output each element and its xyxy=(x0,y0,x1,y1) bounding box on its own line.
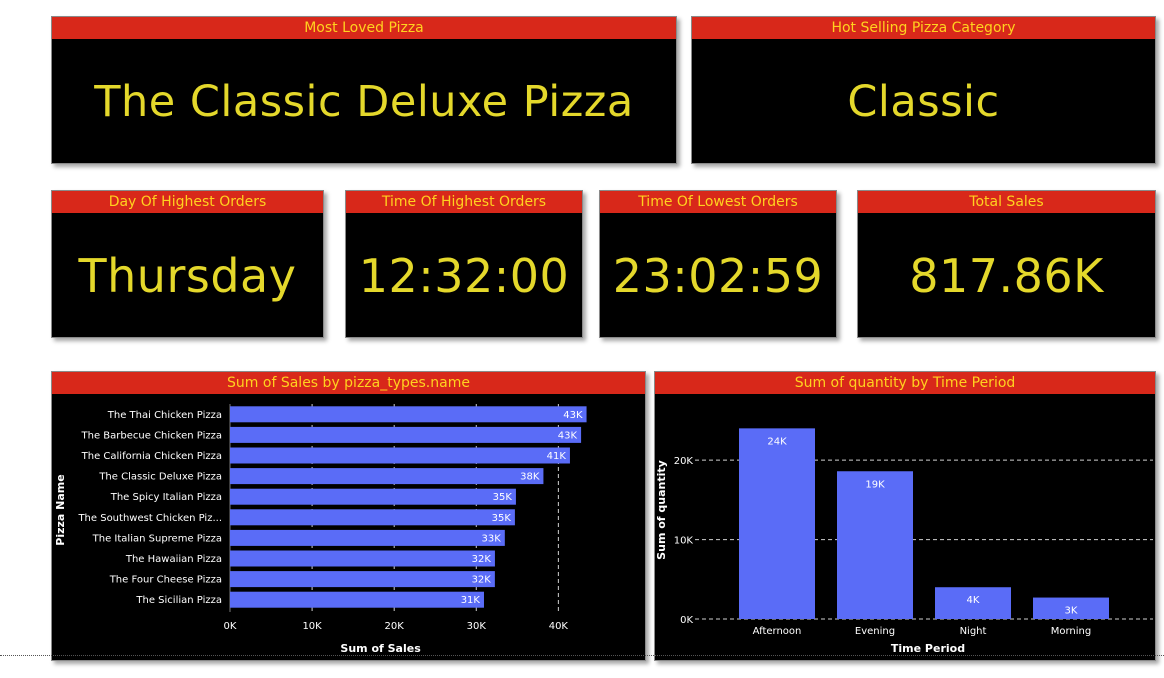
bar xyxy=(230,426,582,443)
category-label: The Four Cheese Pizza xyxy=(109,575,222,586)
bar xyxy=(230,468,544,485)
card-title: Total Sales xyxy=(858,191,1155,213)
total-sales-card: Total Sales 817.86K xyxy=(857,190,1156,338)
category-label: The Southwest Chicken Piz... xyxy=(77,513,222,524)
quantity-bar-chart-svg[interactable]: 0K 10K 20K 24K Afternoon 19K Evening 4K Night 3K M… xyxy=(655,394,1155,660)
x-axis-title: Sum of Sales xyxy=(340,642,421,655)
card-value: 12:32:00 xyxy=(358,249,570,303)
data-label: 43K xyxy=(558,430,578,441)
x-tick-label: 10K xyxy=(302,621,322,632)
card-value: Classic xyxy=(847,77,1000,127)
category-label: The Spicy Italian Pizza xyxy=(110,492,222,503)
y-axis-title: Pizza Name xyxy=(54,474,67,545)
card-title: Time Of Highest Orders xyxy=(346,191,582,213)
category-label: Afternoon xyxy=(753,626,802,637)
bar xyxy=(230,488,516,505)
sales-by-pizza-chart[interactable]: Sum of Sales by pizza_types.name 0K 10K 20… xyxy=(51,371,646,661)
x-tick-label: 0K xyxy=(224,621,237,632)
time-lowest-orders-card: Time Of Lowest Orders 23:02:59 xyxy=(599,190,837,338)
most-loved-pizza-card: Most Loved Pizza The Classic Deluxe Pizz… xyxy=(51,16,677,164)
card-title: Time Of Lowest Orders xyxy=(600,191,836,213)
day-highest-orders-card: Day Of Highest Orders Thursday xyxy=(51,190,324,338)
category-label: The Italian Supreme Pizza xyxy=(92,533,222,544)
card-title: Hot Selling Pizza Category xyxy=(692,17,1155,39)
data-label: 32K xyxy=(472,575,492,586)
category-label: The Thai Chicken Pizza xyxy=(107,410,222,421)
category-label: Morning xyxy=(1051,626,1091,637)
category-label: The Classic Deluxe Pizza xyxy=(98,472,222,483)
y-tick-label: 0K xyxy=(680,615,693,626)
y-axis-title: Sum of quantity xyxy=(655,460,668,560)
card-value: The Classic Deluxe Pizza xyxy=(94,77,634,127)
category-label: The Hawaiian Pizza xyxy=(125,554,222,565)
card-value: 817.86K xyxy=(909,249,1104,303)
hot-category-card: Hot Selling Pizza Category Classic xyxy=(691,16,1156,164)
bar xyxy=(230,447,570,464)
card-title: Most Loved Pizza xyxy=(52,17,676,39)
data-label: 43K xyxy=(563,410,583,421)
bar xyxy=(837,471,913,619)
page-divider xyxy=(0,655,1164,656)
bar xyxy=(739,428,815,619)
time-highest-orders-card: Time Of Highest Orders 12:32:00 xyxy=(345,190,583,338)
chart-title: Sum of Sales by pizza_types.name xyxy=(52,372,645,394)
data-label: 4K xyxy=(967,595,980,606)
x-tick-label: 20K xyxy=(385,621,405,632)
quantity-by-time-period-chart[interactable]: Sum of quantity by Time Period 0K 10K 20K 2… xyxy=(654,371,1156,661)
data-label: 35K xyxy=(492,513,512,524)
chart-title: Sum of quantity by Time Period xyxy=(655,372,1155,394)
category-label: The Sicilian Pizza xyxy=(135,595,222,606)
bar xyxy=(230,550,495,567)
card-title: Day Of Highest Orders xyxy=(52,191,323,213)
data-label: 24K xyxy=(767,436,787,447)
category-label: The California Chicken Pizza xyxy=(81,451,222,462)
x-tick-label: 40K xyxy=(549,621,569,632)
data-label: 33K xyxy=(482,533,502,544)
data-label: 19K xyxy=(865,479,885,490)
data-label: 3K xyxy=(1065,606,1078,617)
data-label: 38K xyxy=(520,472,540,483)
category-label: The Barbecue Chicken Pizza xyxy=(81,430,222,441)
card-value: Thursday xyxy=(78,249,297,303)
bar xyxy=(230,529,505,546)
data-label: 31K xyxy=(461,595,481,606)
data-label: 35K xyxy=(493,492,513,503)
bar xyxy=(230,591,484,608)
category-label: Night xyxy=(960,626,987,637)
x-axis-title: Time Period xyxy=(891,642,965,655)
data-label: 41K xyxy=(547,451,567,462)
data-label: 32K xyxy=(472,554,492,565)
bar xyxy=(230,571,495,588)
y-tick-label: 20K xyxy=(674,456,694,467)
sales-bar-chart-svg[interactable]: 0K 10K 20K 30K 40K The Thai Chicken Pizza 43K T… xyxy=(52,394,645,660)
card-value: 23:02:59 xyxy=(612,249,824,303)
bar xyxy=(230,509,515,526)
bar xyxy=(230,406,587,423)
y-tick-label: 10K xyxy=(674,536,694,547)
category-label: Evening xyxy=(855,626,895,637)
x-tick-label: 30K xyxy=(467,621,487,632)
